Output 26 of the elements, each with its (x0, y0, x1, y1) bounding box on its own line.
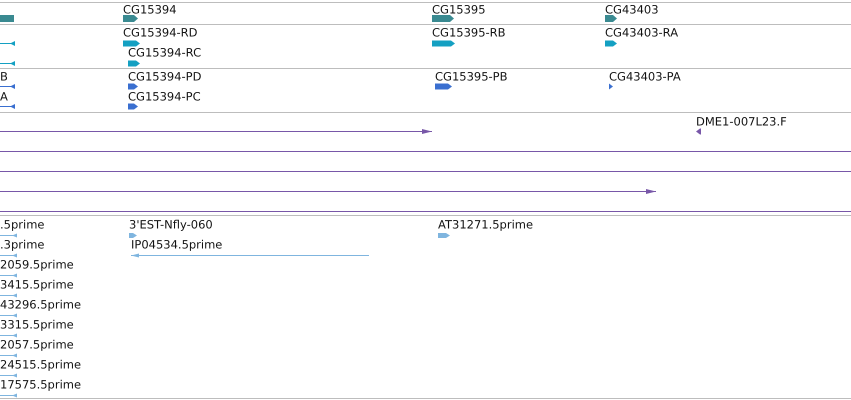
feature-label: CG15394-PC (128, 90, 201, 104)
feature-label: B (0, 70, 8, 84)
feature-label: 2059.5prime (0, 258, 74, 272)
feature-label: IP04534.5prime (131, 238, 222, 252)
feature-label: 17575.5prime (0, 378, 82, 392)
feature-label: 3'EST-Nfly-060 (129, 218, 213, 232)
feature-label: .3prime (0, 238, 44, 252)
feature-label: 24515.5prime (0, 358, 82, 372)
feature-label: 2057.5prime (0, 338, 74, 352)
feature-label: CG15395-PB (435, 70, 508, 84)
feature-label: CG15395 (432, 2, 486, 16)
feature-label: CG43403-RA (605, 26, 678, 40)
feature-label: CG15394-PD (128, 70, 202, 84)
feature-label: CG15395-RB (432, 26, 506, 40)
feature-label: AT31271.5prime (438, 218, 534, 232)
feature-label: A (0, 90, 8, 104)
feature-label: DME1-007L23.F (696, 114, 787, 128)
feature-label: CG15394-RD (123, 26, 198, 40)
feature-label: CG15394-RC (128, 46, 202, 60)
feature-label: 3315.5prime (0, 318, 74, 332)
feature-label: .5prime (0, 218, 44, 232)
feature-label: 43296.5prime (0, 298, 82, 312)
feature-label: CG15394 (123, 2, 177, 16)
feature-label: CG43403-PA (609, 70, 681, 84)
feature-label: CG43403 (605, 2, 659, 16)
feature-label: 3415.5prime (0, 278, 74, 292)
